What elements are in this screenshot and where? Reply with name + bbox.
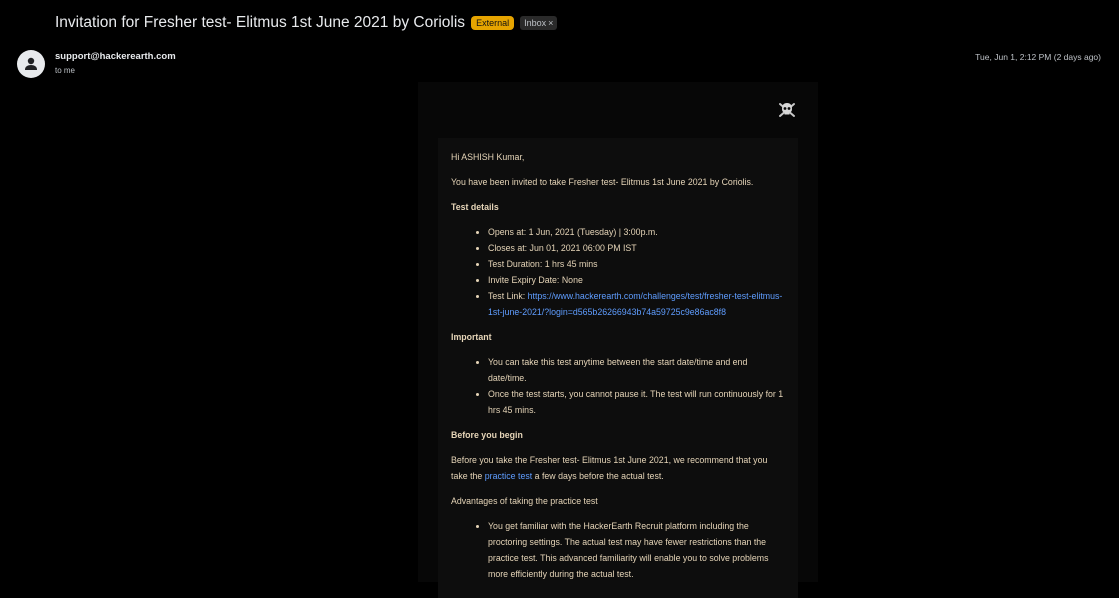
- test-details-list: Opens at: 1 Jun, 2021 (Tuesday) | 3:00p.…: [451, 224, 785, 320]
- invite-expiry: Invite Expiry Date: None: [488, 272, 785, 288]
- recipient-line[interactable]: to me: [55, 66, 75, 75]
- before-text-post: a few days before the actual test.: [532, 471, 664, 481]
- intro-text: You have been invited to take Fresher te…: [451, 177, 754, 187]
- important-heading: Important: [451, 332, 492, 342]
- advantages-list: You get familiar with the HackerEarth Re…: [451, 518, 785, 582]
- email-card: Hi ASHISH Kumar, You have been invited t…: [438, 138, 798, 598]
- greeting: Hi ASHISH Kumar,: [451, 152, 525, 162]
- test-link[interactable]: https://www.hackerearth.com/challenges/t…: [488, 291, 782, 317]
- person-icon: [25, 57, 37, 70]
- anytime-note: You can take this test anytime between t…: [488, 354, 785, 386]
- closes-at: Closes at: Jun 01, 2021 06:00 PM IST: [488, 240, 785, 256]
- before-text: Before you take the Fresher test- Elitmu…: [451, 452, 785, 484]
- advantages-heading: Advantages of taking the practice test: [451, 496, 598, 506]
- test-duration: Test Duration: 1 hrs 45 mins: [488, 256, 785, 272]
- sender-email[interactable]: support@hackerearth.com: [55, 51, 176, 62]
- email-body-container: Hi ASHISH Kumar, You have been invited t…: [418, 82, 818, 598]
- opens-at: Opens at: 1 Jun, 2021 (Tuesday) | 3:00p.…: [488, 224, 785, 240]
- inbox-label-text: Inbox: [524, 18, 547, 28]
- close-icon[interactable]: ×: [548, 18, 553, 28]
- avatar[interactable]: [17, 50, 45, 78]
- important-list: You can take this test anytime between t…: [451, 354, 785, 418]
- test-link-label: Test Link:: [488, 291, 528, 301]
- practice-test-link[interactable]: practice test: [485, 471, 532, 481]
- email-date: Tue, Jun 1, 2:12 PM (2 days ago): [975, 52, 1101, 62]
- recipient-text: to me: [55, 66, 76, 75]
- external-label: External: [471, 16, 515, 30]
- test-link-item: Test Link: https://www.hackerearth.com/c…: [488, 288, 785, 320]
- subject-row: Invitation for Fresher test- Elitmus 1st…: [55, 12, 558, 34]
- familiar-note: You get familiar with the HackerEarth Re…: [488, 518, 785, 582]
- inbox-label[interactable]: Inbox ×: [520, 16, 558, 30]
- before-heading: Before you begin: [451, 430, 523, 440]
- no-pause-note: Once the test starts, you cannot pause i…: [488, 386, 785, 418]
- pirate-logo-icon: [779, 103, 795, 117]
- test-details-heading: Test details: [451, 202, 499, 212]
- email-subject: Invitation for Fresher test- Elitmus 1st…: [55, 14, 466, 31]
